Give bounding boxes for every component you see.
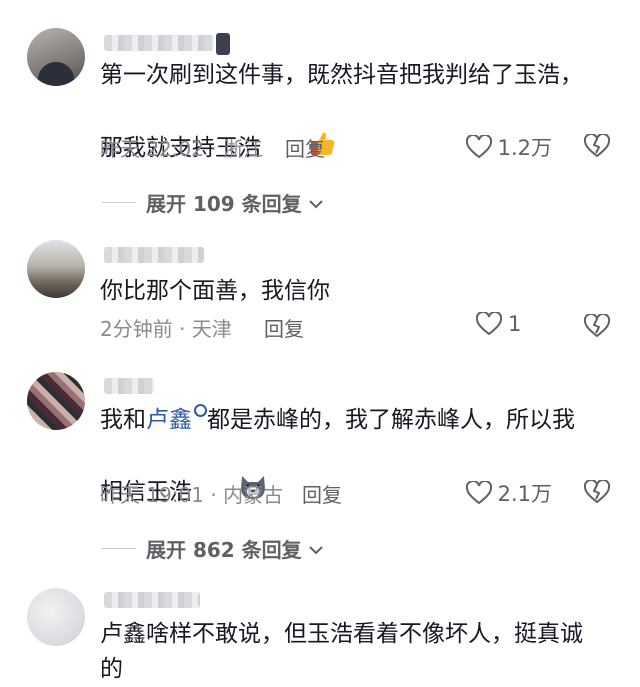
avatar[interactable] [27, 240, 85, 298]
comment-meta: 昨天 22:02 · 浙江 [100, 137, 264, 161]
avatar[interactable] [27, 372, 85, 430]
broken-heart-icon [583, 478, 611, 503]
comment-text: 第一次刷到这件事，既然抖音把我判给了玉浩， 那我就支持玉浩 [100, 58, 615, 204]
expand-replies-button[interactable]: 展开 862 条回复 [102, 534, 324, 563]
expand-replies-button[interactable]: 展开 109 条回复 [102, 188, 324, 217]
broken-heart-icon [583, 312, 611, 337]
chevron-down-icon [308, 537, 324, 561]
comment-text: 卢鑫啥样不敢说，但玉浩看着不像坏人，挺真诚 的 [100, 621, 583, 682]
divider [102, 548, 136, 549]
username-blurred[interactable] [104, 378, 154, 394]
heart-icon [465, 135, 492, 159]
search-icon[interactable] [194, 404, 207, 417]
dislike-button[interactable] [583, 478, 611, 508]
dislike-button[interactable] [583, 132, 611, 162]
expand-label: 展开 109 条回复 [146, 192, 302, 216]
reply-button[interactable]: 回复 [302, 479, 342, 508]
comment-text: 你比那个面善，我信你 [100, 278, 330, 304]
reply-button[interactable]: 回复 [264, 313, 304, 342]
comment-meta: 2分钟前 · 天津 [100, 317, 232, 341]
like-button[interactable]: 2.1万 [465, 478, 552, 508]
like-button[interactable]: 1.2万 [465, 132, 552, 162]
username-blurred[interactable] [104, 33, 230, 55]
username-blurred[interactable] [104, 247, 204, 263]
reply-button[interactable]: 回复 [285, 133, 325, 162]
expand-label: 展开 862 条回复 [146, 538, 302, 562]
comment-meta: 昨天 19:01 · 内蒙古 [100, 483, 284, 507]
avatar[interactable] [27, 28, 85, 86]
chevron-down-icon [308, 191, 324, 215]
heart-icon [465, 481, 492, 505]
username-blurred[interactable] [104, 592, 200, 608]
mention-link[interactable]: 卢鑫 [146, 407, 192, 433]
like-button[interactable]: 1 [476, 312, 552, 336]
broken-heart-icon [583, 132, 611, 157]
like-count: 1.2万 [497, 136, 552, 160]
divider [102, 202, 136, 203]
like-count: 1 [508, 312, 522, 336]
like-count: 2.1万 [497, 482, 552, 506]
heart-icon [476, 312, 502, 336]
avatar[interactable] [27, 588, 85, 646]
dislike-button[interactable] [583, 312, 611, 342]
comment-text: 我和卢鑫 都是赤峰的，我了解赤峰人，所以我 相信玉浩 [100, 403, 615, 547]
